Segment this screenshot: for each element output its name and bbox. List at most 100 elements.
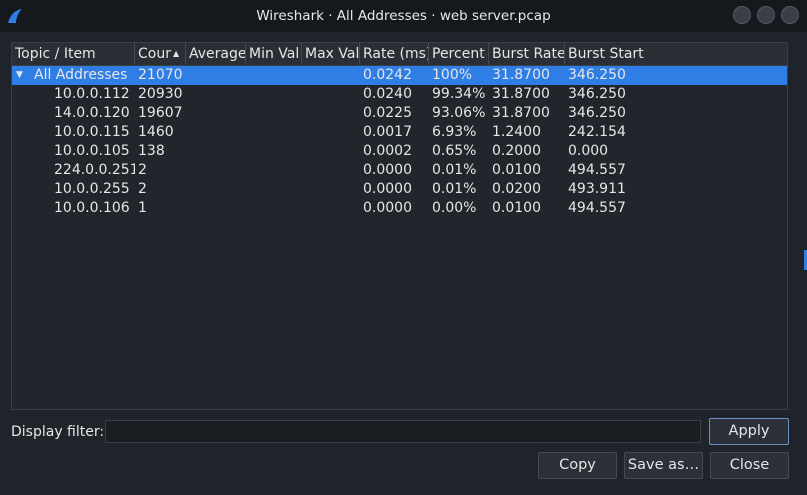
table-row[interactable]: 10.0.0.105 138 0.0002 0.65% 0.2000 0.000 [12, 142, 787, 161]
cell-min [246, 199, 302, 218]
column-header-count[interactable]: Cour ▲ [135, 43, 186, 65]
column-header-topic[interactable]: Topic / Item [12, 43, 135, 65]
cell-count: 138 [138, 143, 165, 159]
cell-min [246, 85, 302, 104]
cell-max [302, 85, 360, 104]
cell-average [186, 85, 246, 104]
cell-rate: 0.0002 [363, 143, 412, 159]
cell-max [302, 104, 360, 123]
cell-min [246, 104, 302, 123]
cell-topic: 224.0.0.251 [54, 162, 135, 178]
table-row[interactable]: All Addresses 21070 0.0242 100% 31.8700 346.2… [12, 66, 787, 85]
column-header-rate[interactable]: Rate (ms) [360, 43, 429, 65]
cell-topic: 10.0.0.255 [54, 181, 130, 197]
expand-arrow-icon[interactable]: ▼ [16, 66, 23, 85]
column-header-burst-start[interactable]: Burst Start [565, 43, 787, 65]
cell-min [246, 161, 302, 180]
cell-average [186, 66, 246, 85]
cell-burst-start: 346.250 [568, 105, 626, 121]
cell-topic: 10.0.0.112 [54, 86, 130, 102]
cell-max [302, 66, 360, 85]
cell-average [186, 142, 246, 161]
cell-topic: 10.0.0.105 [54, 143, 130, 159]
cell-average [186, 161, 246, 180]
cell-count: 1460 [138, 124, 174, 140]
cell-min [246, 66, 302, 85]
close-window-button[interactable] [781, 6, 799, 24]
cell-rate: 0.0000 [363, 162, 412, 178]
cell-burst-start: 493.911 [568, 181, 626, 197]
cell-rate: 0.0017 [363, 124, 412, 140]
cell-burst-start: 0.000 [568, 143, 609, 159]
stats-tree-panel[interactable]: Topic / Item Cour ▲ Average Min Val Max V… [11, 42, 788, 410]
cell-burst-rate: 31.8700 [492, 67, 550, 83]
cell-burst-start: 494.557 [568, 162, 626, 178]
cell-burst-start: 346.250 [568, 67, 626, 83]
maximize-button[interactable] [757, 6, 775, 24]
table-header: Topic / Item Cour ▲ Average Min Val Max V… [12, 43, 787, 66]
cell-percent: 99.34% [432, 86, 486, 102]
cell-rate: 0.0000 [363, 181, 412, 197]
table-row[interactable]: 10.0.0.106 1 0.0000 0.00% 0.0100 494.557 [12, 199, 787, 218]
cell-count: 20930 [138, 86, 183, 102]
cell-burst-rate: 31.8700 [492, 105, 550, 121]
cell-min [246, 123, 302, 142]
display-filter-input[interactable] [105, 420, 701, 443]
cell-min [246, 180, 302, 199]
column-header-percent[interactable]: Percent [429, 43, 489, 65]
cell-count: 19607 [138, 105, 183, 121]
cell-burst-rate: 1.2400 [492, 124, 541, 140]
apply-button[interactable]: Apply [709, 418, 789, 445]
column-header-burst-rate[interactable]: Burst Rate [489, 43, 565, 65]
display-filter-label: Display filter: [11, 424, 105, 440]
cell-percent: 0.01% [432, 181, 477, 197]
copy-button[interactable]: Copy [538, 452, 617, 479]
table-row[interactable]: 10.0.0.112 20930 0.0240 99.34% 31.8700 346.25… [12, 85, 787, 104]
column-header-max[interactable]: Max Val [302, 43, 360, 65]
cell-max [302, 161, 360, 180]
cell-burst-rate: 0.0200 [492, 181, 541, 197]
window-title: Wireshark · All Addresses · web server.p… [256, 8, 551, 24]
cell-rate: 0.0000 [363, 200, 412, 216]
cell-topic: 10.0.0.106 [54, 200, 130, 216]
minimize-button[interactable] [733, 6, 751, 24]
title-bar: Wireshark · All Addresses · web server.p… [0, 0, 807, 32]
cell-burst-rate: 0.2000 [492, 143, 541, 159]
sort-ascending-icon: ▲ [172, 49, 180, 58]
cell-rate: 0.0242 [363, 67, 412, 83]
close-button[interactable]: Close [710, 452, 789, 479]
cell-topic: All Addresses [34, 67, 128, 83]
table-row[interactable]: 14.0.0.120 19607 0.0225 93.06% 31.8700 346.25… [12, 104, 787, 123]
table-row[interactable]: 10.0.0.255 2 0.0000 0.01% 0.0200 493.911 [12, 180, 787, 199]
cell-burst-start: 494.557 [568, 200, 626, 216]
cell-percent: 0.00% [432, 200, 477, 216]
cell-percent: 93.06% [432, 105, 486, 121]
cell-burst-rate: 31.8700 [492, 86, 550, 102]
cell-average [186, 104, 246, 123]
cell-average [186, 123, 246, 142]
cell-burst-rate: 0.0100 [492, 200, 541, 216]
cell-count: 2 [138, 162, 147, 178]
cell-max [302, 180, 360, 199]
cell-percent: 6.93% [432, 124, 477, 140]
column-header-min[interactable]: Min Val [246, 43, 302, 65]
cell-average [186, 180, 246, 199]
cell-percent: 0.01% [432, 162, 477, 178]
cell-min [246, 142, 302, 161]
cell-topic: 10.0.0.115 [54, 124, 130, 140]
table-row[interactable]: 224.0.0.251 2 0.0000 0.01% 0.0100 494.557 [12, 161, 787, 180]
cell-average [186, 199, 246, 218]
cell-count: 21070 [138, 67, 183, 83]
cell-count: 2 [138, 181, 147, 197]
cell-max [302, 123, 360, 142]
table-row[interactable]: 10.0.0.115 1460 0.0017 6.93% 1.2400 242.154 [12, 123, 787, 142]
cell-burst-start: 242.154 [568, 124, 626, 140]
cell-burst-rate: 0.0100 [492, 162, 541, 178]
cell-max [302, 142, 360, 161]
save-as-button[interactable]: Save as… [624, 452, 703, 479]
cell-percent: 0.65% [432, 143, 477, 159]
column-header-average[interactable]: Average [186, 43, 246, 65]
cell-count: 1 [138, 200, 147, 216]
cell-rate: 0.0225 [363, 105, 412, 121]
cell-burst-start: 346.250 [568, 86, 626, 102]
